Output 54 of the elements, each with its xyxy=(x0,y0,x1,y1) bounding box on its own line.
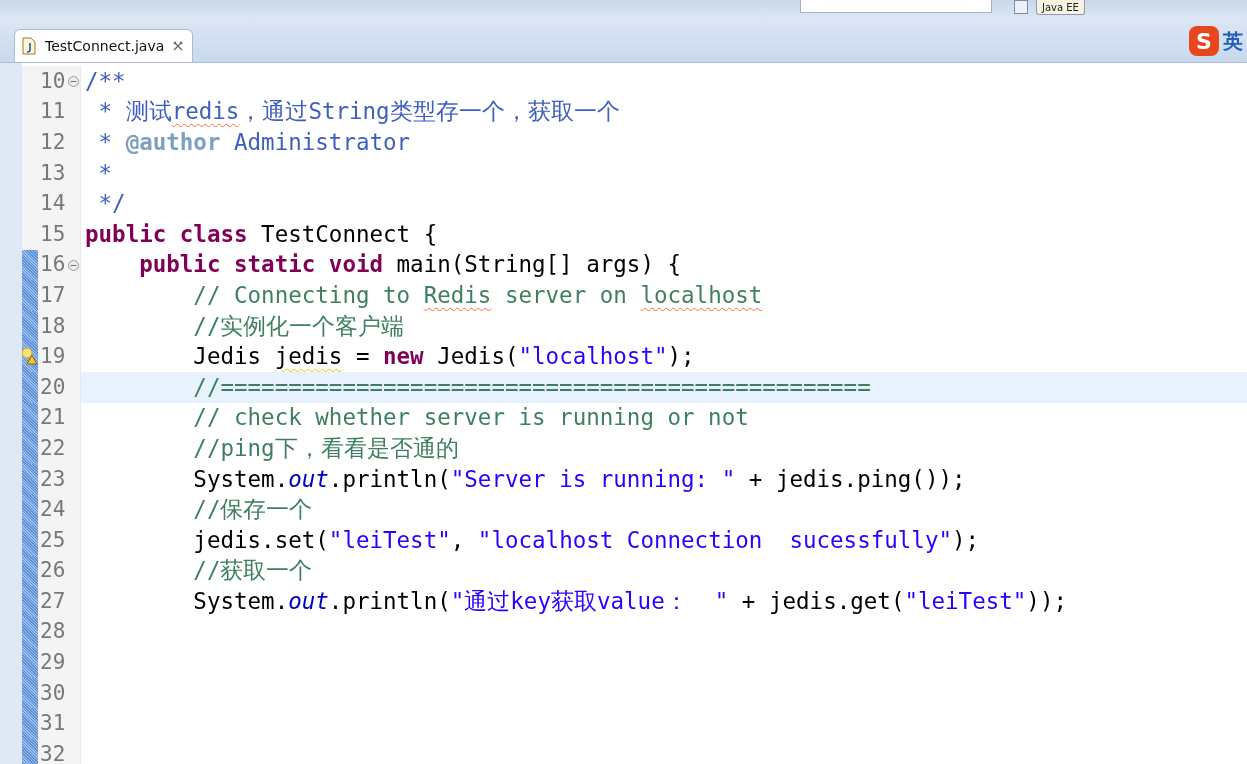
code-line: //获取一个 xyxy=(192,557,313,585)
line-number: 11 xyxy=(39,101,66,123)
code-line: //保存一个 xyxy=(192,496,313,524)
java-file-icon xyxy=(21,37,37,55)
line-number: 30 xyxy=(39,682,66,704)
code-line: //实例化一个客户端 xyxy=(192,312,405,340)
line-number: 24 xyxy=(39,499,66,521)
line-number: 31 xyxy=(39,713,66,735)
line-number: 27 xyxy=(39,590,66,612)
code-line: // check whether server is running or not xyxy=(192,404,749,432)
line-number: 23 xyxy=(39,468,66,490)
code-line: * 测试redis，通过String类型存一个，获取一个 xyxy=(97,98,620,126)
line-number: 13 xyxy=(39,162,66,184)
code-line: Jedis jedis = new Jedis("localhost"); xyxy=(192,343,695,371)
tab-label: TestConnect.java xyxy=(45,38,165,54)
line-number: 18 xyxy=(39,315,66,337)
line-number: 19 xyxy=(39,346,66,368)
open-perspective-icon[interactable] xyxy=(1014,0,1028,14)
code-line: * @author Administrator xyxy=(97,129,411,156)
code-line: jedis.set("leiTest", "localhost Connection sucessfully"); xyxy=(192,526,980,554)
code-line: public static void main(String[] args) { xyxy=(138,251,682,279)
code-line: System.out.println("Server is running: " + jedis.ping()); xyxy=(192,465,966,493)
line-number: 26 xyxy=(39,560,66,582)
line-number: 29 xyxy=(39,652,66,674)
ime-logo[interactable]: S xyxy=(1189,26,1219,56)
line-number: 17 xyxy=(39,284,66,306)
collapse-icon[interactable] xyxy=(68,259,79,271)
code-line: /** xyxy=(85,67,126,95)
line-number: 28 xyxy=(39,621,66,643)
line-number: 22 xyxy=(39,437,66,459)
collapse-icon[interactable] xyxy=(68,76,79,87)
search-field[interactable] xyxy=(800,0,992,13)
code-line: * xyxy=(97,159,113,187)
line-number: 14 xyxy=(39,193,66,215)
line-number: 25 xyxy=(39,529,66,551)
code-line: // Connecting to Redis server on localhost xyxy=(192,281,763,309)
line-number: 10 xyxy=(39,70,66,92)
lightbulb-warning-icon[interactable] xyxy=(22,347,38,366)
line-number: 21 xyxy=(39,407,66,429)
line-number: 15 xyxy=(39,223,66,245)
perspective-button[interactable]: Java EE xyxy=(1036,0,1085,15)
close-icon[interactable] xyxy=(172,40,185,52)
editor-tab[interactable]: TestConnect.java xyxy=(14,29,194,62)
line-number: 12 xyxy=(39,132,66,153)
line-number: 20 xyxy=(39,376,66,398)
code-line: System.out.println("通过key获取value： " + jedis.get("leiTest")); xyxy=(192,587,1067,615)
code-line: */ xyxy=(97,190,126,218)
code-line: public class TestConnect { xyxy=(85,220,438,248)
line-number: 32 xyxy=(39,743,66,764)
code-editor[interactable] xyxy=(22,63,1247,764)
code-line: //ping下，看看是否通的 xyxy=(192,434,459,462)
ime-mode[interactable]: 英 xyxy=(1223,27,1243,55)
code-line: //================================================ xyxy=(192,373,871,401)
line-number: 16 xyxy=(39,254,66,276)
